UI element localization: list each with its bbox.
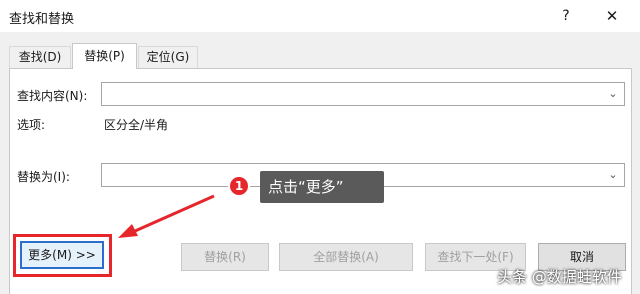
callout-tooltip: 点击“更多” bbox=[260, 171, 384, 203]
watermark: 头条 @数据蛙软件 bbox=[497, 268, 622, 286]
step-badge: 1 bbox=[228, 175, 250, 197]
tab-replace[interactable]: 替换(P) bbox=[72, 43, 137, 69]
